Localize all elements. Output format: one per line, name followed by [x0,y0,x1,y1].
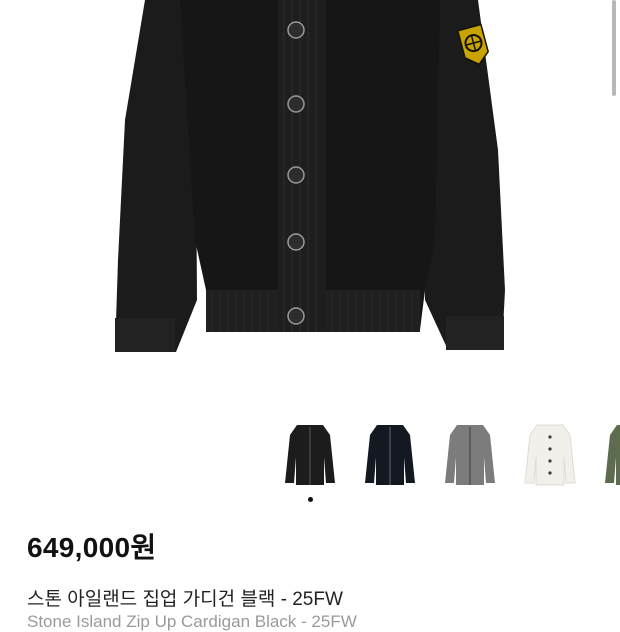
product-main-image[interactable] [0,0,620,392]
gallery-active-indicator [308,497,313,502]
thumbnail-image [605,425,620,485]
cardigan-illustration [115,0,505,352]
product-title: 스톤 아일랜드 집업 가디건 블랙 - 25FW [27,589,343,610]
product-price: 649,000원 [27,532,157,563]
thumbnail-image [285,425,335,485]
thumbnail-image [524,424,576,486]
thumbnail-image [365,425,415,485]
thumbnail-black-button-cardigan[interactable] [280,418,340,490]
thumbnail-image [445,425,495,485]
thumbnail-grey-button-cardigan[interactable] [440,418,500,490]
thumbnail-olive-cardigan[interactable] [600,418,620,490]
thumbnail-white-button-cardigan[interactable] [520,418,580,490]
product-subtitle: Stone Island Zip Up Cardigan Black - 25F… [27,612,357,631]
vertical-scrollbar[interactable] [612,0,616,96]
thumbnail-strip [280,418,620,498]
thumbnail-black-zip-cardigan[interactable] [360,418,420,490]
